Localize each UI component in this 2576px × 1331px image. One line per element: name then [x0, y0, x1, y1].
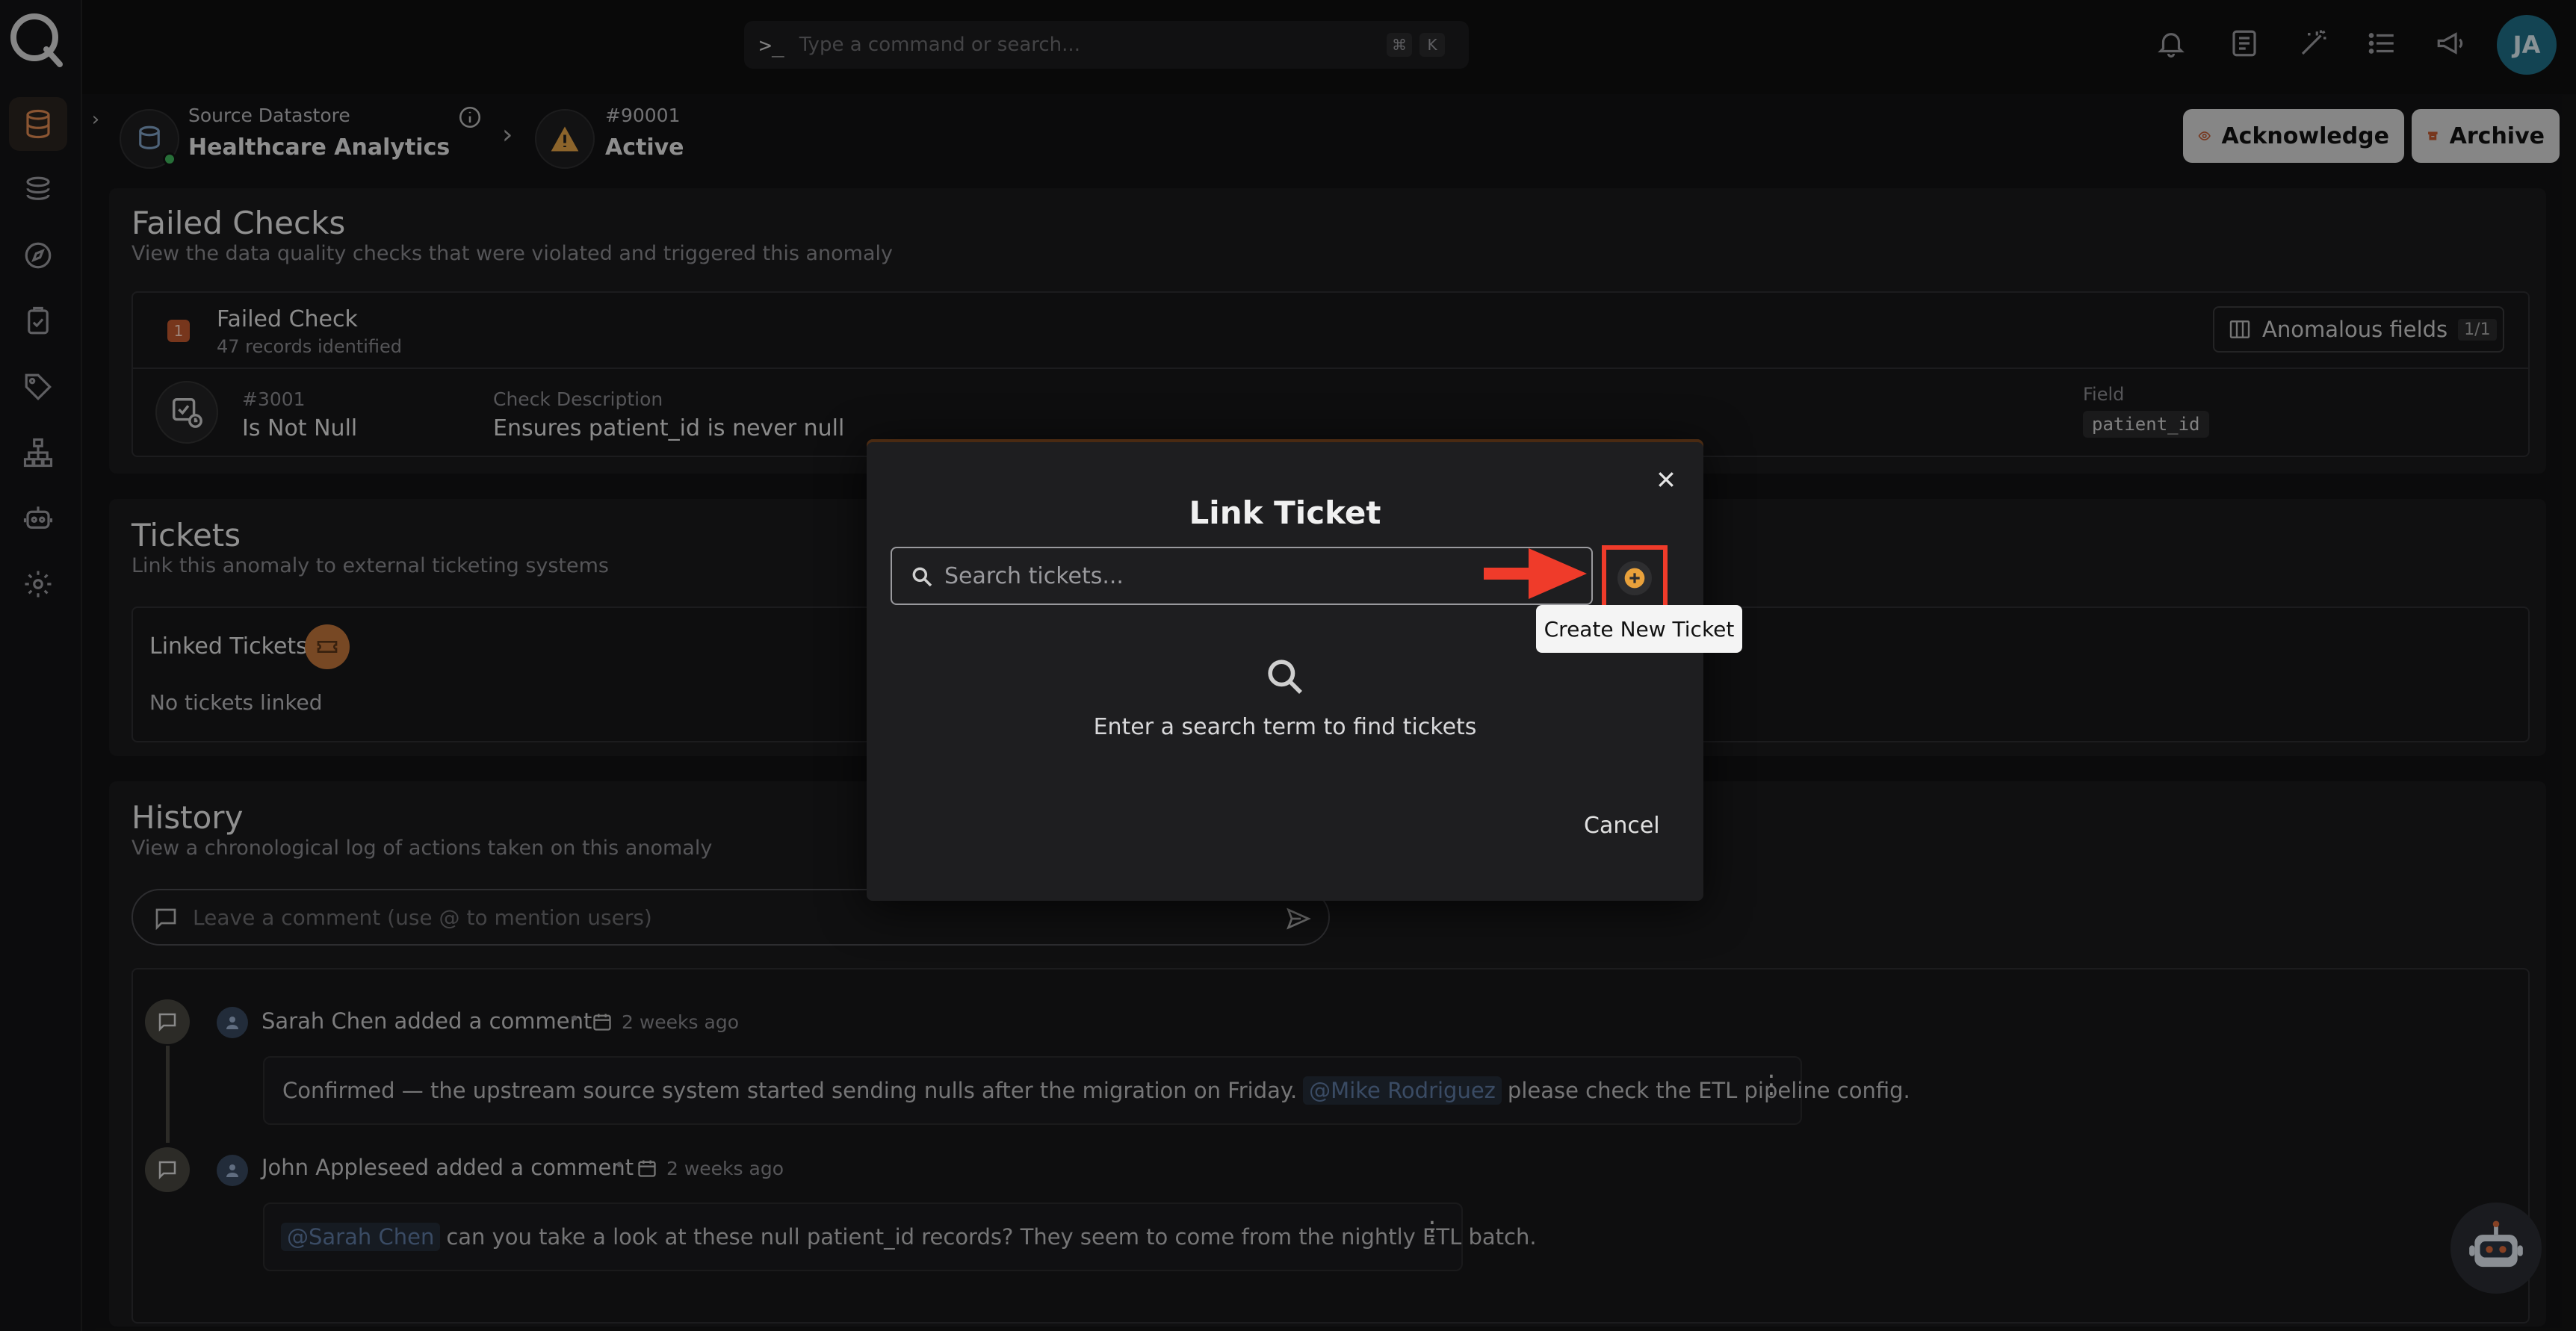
search-empty-icon	[1268, 660, 1302, 694]
create-ticket-tooltip: Create New Ticket	[1536, 605, 1742, 653]
ticket-search-input[interactable]	[944, 562, 1542, 589]
search-empty-text: Enter a search term to find tickets	[1093, 714, 1477, 740]
search-icon	[912, 567, 932, 587]
create-new-ticket-button[interactable]	[1602, 545, 1668, 611]
annotation-arrow-icon	[1484, 548, 1587, 599]
link-ticket-modal: Link Ticket Create New Ticket Enter a se…	[867, 439, 1742, 901]
close-modal-button[interactable]	[1648, 462, 1684, 497]
plus-circle-wrap	[1617, 561, 1652, 595]
modal-title: Link Ticket	[1189, 494, 1381, 531]
plus-circle-icon	[1624, 568, 1645, 589]
close-icon	[1659, 472, 1674, 487]
cancel-button[interactable]: Cancel	[1584, 813, 1660, 839]
